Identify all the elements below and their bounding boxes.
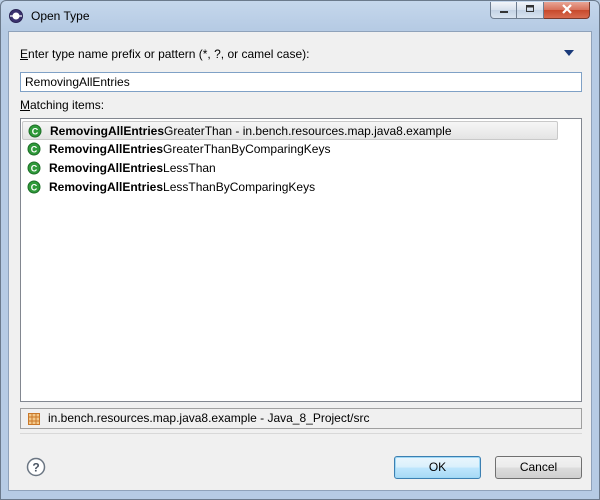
selection-details-text: in.bench.resources.map.java8.example - J…	[48, 411, 370, 425]
list-item[interactable]: C RemovingAllEntriesGreaterThanByCompari…	[22, 140, 558, 159]
item-rest: GreaterThanByComparingKeys	[163, 142, 331, 156]
pattern-label: Enter type name prefix or pattern (*, ?,…	[20, 47, 309, 61]
item-match: RemovingAllEntries	[50, 124, 165, 138]
open-type-dialog: Open Type Enter type name prefix or patt…	[0, 0, 600, 500]
matching-items-label: Matching items:	[20, 98, 104, 112]
item-match: RemovingAllEntries	[49, 142, 164, 156]
type-search-input[interactable]	[20, 72, 582, 92]
close-button[interactable]	[544, 2, 590, 19]
item-rest: GreaterThan - in.bench.resources.map.jav…	[164, 124, 452, 138]
dialog-body: Enter type name prefix or pattern (*, ?,…	[8, 31, 592, 491]
matching-items-list[interactable]: C RemovingAllEntriesGreaterThan - in.ben…	[20, 118, 582, 402]
minimize-button[interactable]	[490, 2, 517, 19]
class-icon: C	[28, 124, 42, 138]
cancel-button[interactable]: Cancel	[495, 456, 582, 479]
maximize-button[interactable]	[517, 2, 544, 19]
title-bar: Open Type	[1, 1, 599, 31]
minimize-icon	[499, 11, 508, 13]
item-match: RemovingAllEntries	[49, 180, 164, 194]
item-rest: LessThanByComparingKeys	[163, 180, 316, 194]
selection-details: in.bench.resources.map.java8.example - J…	[20, 408, 582, 429]
svg-text:C: C	[31, 164, 38, 174]
maximize-icon	[526, 5, 534, 12]
item-rest: LessThan	[163, 161, 216, 175]
ok-button[interactable]: OK	[394, 456, 481, 479]
close-icon	[561, 4, 572, 14]
svg-text:?: ?	[32, 461, 39, 475]
divider	[20, 433, 582, 434]
package-icon	[28, 413, 40, 425]
class-icon: C	[27, 142, 41, 156]
pattern-label-mnemonic: E	[20, 47, 29, 61]
list-item[interactable]: C RemovingAllEntriesLessThanByComparingK…	[22, 178, 558, 197]
help-icon[interactable]: ?	[26, 457, 46, 477]
pattern-label-rest: nter type name prefix or pattern (*, ?, …	[28, 47, 310, 61]
svg-text:C: C	[31, 183, 38, 193]
class-icon: C	[27, 161, 41, 175]
item-match: RemovingAllEntries	[49, 161, 164, 175]
window-title: Open Type	[31, 9, 90, 23]
view-menu-dropdown-icon[interactable]	[564, 50, 574, 56]
eclipse-icon	[9, 9, 23, 23]
list-item[interactable]: C RemovingAllEntriesGreaterThan - in.ben…	[22, 121, 558, 140]
svg-text:C: C	[31, 145, 38, 155]
list-item[interactable]: C RemovingAllEntriesLessThan	[22, 159, 558, 178]
class-icon: C	[27, 180, 41, 194]
svg-text:C: C	[32, 127, 39, 137]
matching-label-rest: atching items:	[30, 98, 105, 112]
matching-label-mnemonic: M	[20, 98, 30, 112]
